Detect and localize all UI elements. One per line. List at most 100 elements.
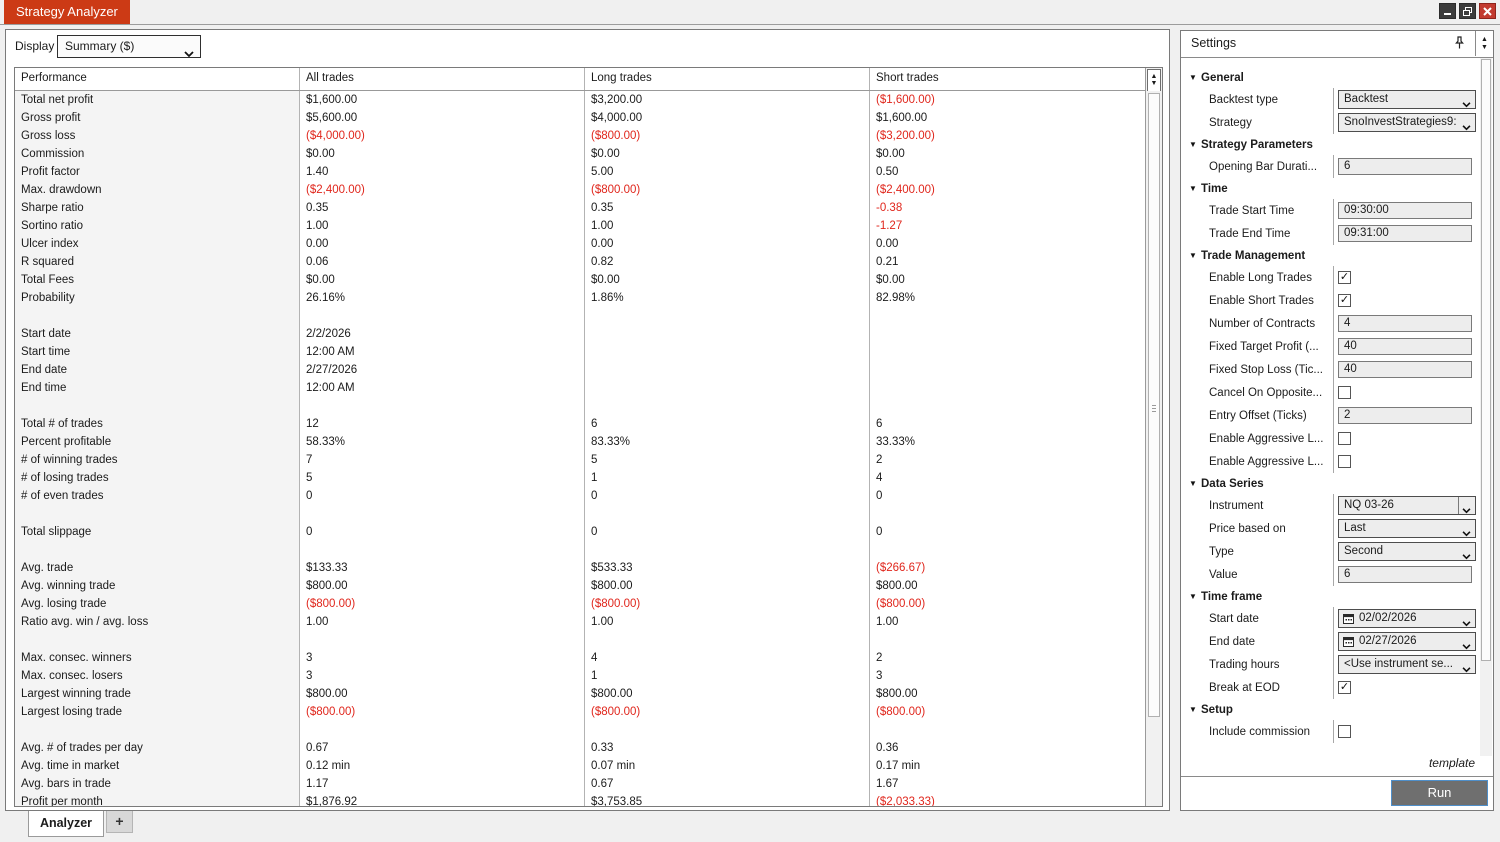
input-value[interactable]: 6 [1338,566,1472,583]
cell-short-trades [870,631,1146,649]
close-icon[interactable] [1479,3,1496,19]
table-row[interactable]: # of losing trades 5 1 4 [15,469,1146,487]
section-header-general[interactable]: ▼ General [1181,67,1479,88]
section-header-trade-management[interactable]: ▼ Trade Management [1181,245,1479,266]
cell-all-trades: ($800.00) [300,595,585,613]
section-header-time-frame[interactable]: ▼ Time frame [1181,586,1479,607]
dropdown-backtest-type[interactable]: Backtest [1338,90,1476,109]
settings-scroll-spinner[interactable]: ▲ ▼ [1475,31,1493,56]
tab-analyzer[interactable]: Analyzer [28,811,104,837]
dropdown-start-date[interactable]: 02/02/2026 [1338,609,1476,628]
table-row[interactable]: Avg. bars in trade 1.17 0.67 1.67 [15,775,1146,793]
table-row[interactable]: # of winning trades 7 5 2 [15,451,1146,469]
checkbox-include-commission[interactable] [1338,725,1351,738]
input-entry-offset-ticks[interactable]: 2 [1338,407,1472,424]
table-row[interactable] [15,505,1146,523]
input-trade-start-time[interactable]: 09:30:00 [1338,202,1472,219]
arrow-down-icon[interactable]: ▼ [1151,80,1158,87]
table-row[interactable]: Total Fees $0.00 $0.00 $0.00 [15,271,1146,289]
column-header-performance[interactable]: Performance [15,68,300,90]
display-select[interactable]: Summary ($) [57,35,201,58]
table-row[interactable]: R squared 0.06 0.82 0.21 [15,253,1146,271]
table-row[interactable]: Percent profitable 58.33% 83.33% 33.33% [15,433,1146,451]
table-scroll-track[interactable] [1146,91,1162,806]
cell-all-trades [300,307,585,325]
window-title-tab[interactable]: Strategy Analyzer [4,0,130,24]
run-button[interactable]: Run [1391,780,1488,806]
table-row[interactable] [15,307,1146,325]
dropdown-trading-hours[interactable]: <Use instrument se... [1338,655,1476,674]
checkbox-enable-aggressive-l[interactable] [1338,455,1351,468]
table-row[interactable]: Max. drawdown ($2,400.00) ($800.00) ($2,400… [15,181,1146,199]
table-row[interactable]: Start date 2/2/2026 [15,325,1146,343]
table-row[interactable]: Avg. time in market 0.12 min 0.07 min 0.17 … [15,757,1146,775]
input-fixed-stop-loss-tic[interactable]: 40 [1338,361,1472,378]
table-row[interactable]: Commission $0.00 $0.00 $0.00 [15,145,1146,163]
table-scrollbar[interactable]: ▲ ▼ [1145,68,1162,806]
table-row[interactable]: Avg. # of trades per day 0.67 0.33 0.36 [15,739,1146,757]
template-link[interactable]: template [1429,756,1475,770]
input-fixed-target-profit[interactable]: 40 [1338,338,1472,355]
table-scroll-thumb[interactable] [1148,93,1160,718]
checkbox-cancel-on-opposite[interactable] [1338,386,1351,399]
pin-icon[interactable] [1454,36,1465,55]
column-header-long-trades[interactable]: Long trades [585,68,870,90]
minimize-icon[interactable] [1439,3,1456,19]
column-header-all-trades[interactable]: All trades [300,68,585,90]
dropdown-end-date[interactable]: 02/27/2026 [1338,632,1476,651]
dropdown-price-based-on[interactable]: Last [1338,519,1476,538]
input-number-of-contracts[interactable]: 4 [1338,315,1472,332]
table-row[interactable]: Avg. trade $133.33 $533.33 ($266.67) [15,559,1146,577]
arrow-down-icon[interactable]: ▼ [1481,44,1488,51]
add-tab-button[interactable]: + [106,811,133,833]
input-opening-bar-durati[interactable]: 6 [1338,158,1472,175]
checkbox-enable-long-trades[interactable]: ✓ [1338,271,1351,284]
section-header-strategy-parameters[interactable]: ▼ Strategy Parameters [1181,134,1479,155]
settings-scrollbar[interactable] [1480,58,1492,756]
table-row[interactable] [15,541,1146,559]
table-scroll-spinner[interactable]: ▲ ▼ [1147,69,1161,92]
section-header-setup[interactable]: ▼ Setup [1181,699,1479,720]
table-row[interactable]: Profit per month $1,876.92 $3,753.85 ($2,03… [15,793,1146,806]
table-row[interactable]: Max. consec. losers 3 1 3 [15,667,1146,685]
arrow-up-icon[interactable]: ▲ [1481,36,1488,43]
table-row[interactable]: Sortino ratio 1.00 1.00 -1.27 [15,217,1146,235]
checkbox-enable-short-trades[interactable]: ✓ [1338,294,1351,307]
table-row[interactable] [15,721,1146,739]
cell-short-trades: 0.36 [876,742,899,754]
section-header-data-series[interactable]: ▼ Data Series [1181,473,1479,494]
table-row[interactable] [15,631,1146,649]
checkbox-enable-aggressive-l[interactable] [1338,432,1351,445]
table-row[interactable]: Gross profit $5,600.00 $4,000.00 $1,600.00 [15,109,1146,127]
property-control: SnoInvestStrategies9: [1333,111,1479,134]
table-row[interactable]: # of even trades 0 0 0 [15,487,1146,505]
table-row[interactable]: Total net profit $1,600.00 $3,200.00 ($1,60… [15,91,1146,109]
input-trade-end-time[interactable]: 09:31:00 [1338,225,1472,242]
dropdown-type[interactable]: Second [1338,542,1476,561]
table-row[interactable] [15,397,1146,415]
table-row[interactable]: Avg. winning trade $800.00 $800.00 $800.00 [15,577,1146,595]
table-row[interactable]: Start time 12:00 AM [15,343,1146,361]
checkbox-break-at-eod[interactable]: ✓ [1338,681,1351,694]
dropdown-instrument[interactable]: NQ 03-26 [1338,496,1476,515]
settings-scroll-thumb[interactable] [1481,59,1491,662]
table-row[interactable]: Max. consec. winners 3 4 2 [15,649,1146,667]
table-row[interactable]: Probability 26.16% 1.86% 82.98% [15,289,1146,307]
table-row[interactable]: Largest losing trade ($800.00) ($800.00) ($… [15,703,1146,721]
restore-icon[interactable] [1459,3,1476,19]
section-header-time[interactable]: ▼ Time [1181,178,1479,199]
cell-short-trades: $800.00 [876,580,918,592]
table-row[interactable]: Largest winning trade $800.00 $800.00 $800.… [15,685,1146,703]
table-row[interactable]: End date 2/27/2026 [15,361,1146,379]
table-row[interactable]: Ulcer index 0.00 0.00 0.00 [15,235,1146,253]
table-row[interactable]: Total # of trades 12 6 6 [15,415,1146,433]
table-row[interactable]: Avg. losing trade ($800.00) ($800.00) ($800… [15,595,1146,613]
column-header-short-trades[interactable]: Short trades [870,68,1146,90]
dropdown-strategy[interactable]: SnoInvestStrategies9: [1338,113,1476,132]
table-row[interactable]: Profit factor 1.40 5.00 0.50 [15,163,1146,181]
table-row[interactable]: Ratio avg. win / avg. loss 1.00 1.00 1.00 [15,613,1146,631]
table-row[interactable]: Total slippage 0 0 0 [15,523,1146,541]
table-row[interactable]: Sharpe ratio 0.35 0.35 -0.38 [15,199,1146,217]
table-row[interactable]: End time 12:00 AM [15,379,1146,397]
table-row[interactable]: Gross loss ($4,000.00) ($800.00) ($3,200.00… [15,127,1146,145]
